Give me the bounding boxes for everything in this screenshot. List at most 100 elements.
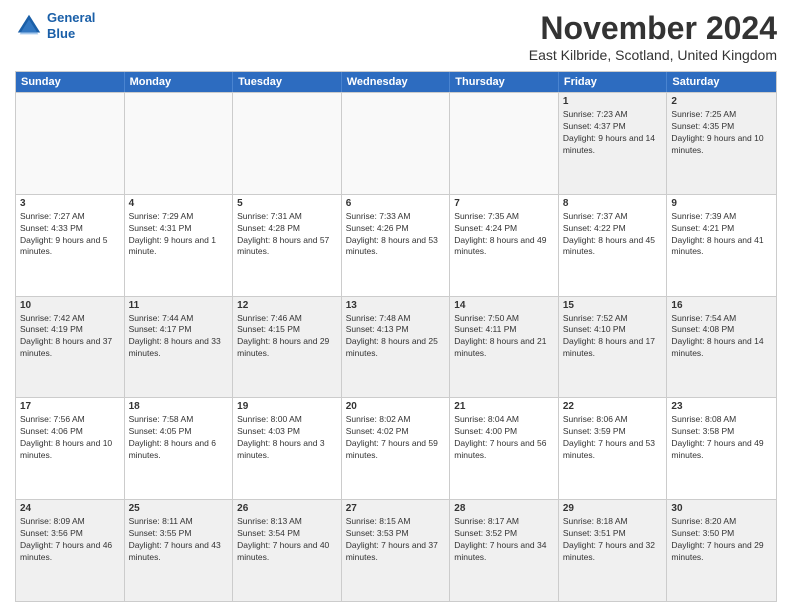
day-number: 29 (563, 503, 663, 514)
day-number: 15 (563, 300, 663, 311)
day-info: Sunrise: 7:29 AMSunset: 4:31 PMDaylight:… (129, 211, 229, 259)
day-info: Sunrise: 8:04 AMSunset: 4:00 PMDaylight:… (454, 414, 554, 462)
calendar-cell: 21 Sunrise: 8:04 AMSunset: 4:00 PMDayligh… (450, 398, 559, 499)
header-day: Friday (559, 72, 668, 92)
calendar-cell: 14Sunrise: 7:50 AMSunset: 4:11 PMDayligh… (450, 297, 559, 398)
day-info: Sunrise: 8:13 AMSunset: 3:54 PMDaylight:… (237, 516, 337, 564)
calendar-cell: 9 Sunrise: 7:39 AMSunset: 4:21 PMDaylight… (667, 195, 776, 296)
calendar-cell: 17Sunrise: 7:56 AMSunset: 4:06 PMDayligh… (16, 398, 125, 499)
day-number: 16 (671, 300, 772, 311)
day-number: 3 (20, 198, 120, 209)
calendar-cell (125, 93, 234, 194)
day-info: Sunrise: 7:25 AMSunset: 4:35 PMDaylight:… (671, 109, 772, 157)
calendar-week: 17Sunrise: 7:56 AMSunset: 4:06 PMDayligh… (16, 397, 776, 499)
day-info: Sunrise: 7:52 AMSunset: 4:10 PMDaylight:… (563, 313, 663, 361)
calendar-cell (16, 93, 125, 194)
calendar-cell: 29 Sunrise: 8:18 AMSunset: 3:51 PMDayligh… (559, 500, 668, 601)
day-info: Sunrise: 7:31 AMSunset: 4:28 PMDaylight:… (237, 211, 337, 259)
calendar-cell: 23 Sunrise: 8:08 AMSunset: 3:58 PMDayligh… (667, 398, 776, 499)
calendar-cell: 20 Sunrise: 8:02 AMSunset: 4:02 PMDayligh… (342, 398, 451, 499)
day-info: Sunrise: 7:39 AMSunset: 4:21 PMDaylight:… (671, 211, 772, 259)
day-number: 10 (20, 300, 120, 311)
day-number: 2 (671, 96, 772, 107)
header-day: Thursday (450, 72, 559, 92)
day-info: Sunrise: 7:37 AMSunset: 4:22 PMDaylight:… (563, 211, 663, 259)
header-day: Monday (125, 72, 234, 92)
day-number: 19 (237, 401, 337, 412)
day-number: 27 (346, 503, 446, 514)
calendar-cell: 27 Sunrise: 8:15 AMSunset: 3:53 PMDayligh… (342, 500, 451, 601)
day-info: Sunrise: 7:42 AMSunset: 4:19 PMDaylight:… (20, 313, 120, 361)
day-number: 1 (563, 96, 663, 107)
day-info: Sunrise: 8:06 AMSunset: 3:59 PMDaylight:… (563, 414, 663, 462)
calendar-cell: 3 Sunrise: 7:27 AMSunset: 4:33 PMDaylight… (16, 195, 125, 296)
calendar-cell: 5 Sunrise: 7:31 AMSunset: 4:28 PMDaylight… (233, 195, 342, 296)
calendar-cell: 1Sunrise: 7:23 AMSunset: 4:37 PMDaylight… (559, 93, 668, 194)
logo-text: General Blue (47, 10, 95, 41)
calendar-cell: 28Sunrise: 8:17 AMSunset: 3:52 PMDayligh… (450, 500, 559, 601)
day-info: Sunrise: 7:58 AMSunset: 4:05 PMDaylight:… (129, 414, 229, 462)
day-info: Sunrise: 8:08 AMSunset: 3:58 PMDaylight:… (671, 414, 772, 462)
day-info: Sunrise: 8:18 AMSunset: 3:51 PMDaylight:… (563, 516, 663, 564)
day-number: 4 (129, 198, 229, 209)
day-info: Sunrise: 8:15 AMSunset: 3:53 PMDaylight:… (346, 516, 446, 564)
day-info: Sunrise: 8:09 AMSunset: 3:56 PMDaylight:… (20, 516, 120, 564)
day-number: 26 (237, 503, 337, 514)
day-number: 23 (671, 401, 772, 412)
calendar-cell: 6Sunrise: 7:33 AMSunset: 4:26 PMDaylight… (342, 195, 451, 296)
header-day: Tuesday (233, 72, 342, 92)
day-info: Sunrise: 8:02 AMSunset: 4:02 PMDaylight:… (346, 414, 446, 462)
day-info: Sunrise: 7:27 AMSunset: 4:33 PMDaylight:… (20, 211, 120, 259)
calendar-cell: 19 Sunrise: 8:00 AMSunset: 4:03 PMDayligh… (233, 398, 342, 499)
day-number: 5 (237, 198, 337, 209)
day-number: 7 (454, 198, 554, 209)
calendar-cell: 16Sunrise: 7:54 AMSunset: 4:08 PMDayligh… (667, 297, 776, 398)
day-number: 25 (129, 503, 229, 514)
calendar-cell: 10 Sunrise: 7:42 AMSunset: 4:19 PMDayligh… (16, 297, 125, 398)
logo: General Blue (15, 10, 95, 41)
calendar-cell: 26 Sunrise: 8:13 AMSunset: 3:54 PMDayligh… (233, 500, 342, 601)
day-info: Sunrise: 8:17 AMSunset: 3:52 PMDaylight:… (454, 516, 554, 564)
month-title: November 2024 (529, 10, 777, 47)
calendar: SundayMondayTuesdayWednesdayThursdayFrid… (15, 71, 777, 602)
day-number: 6 (346, 198, 446, 209)
day-number: 21 (454, 401, 554, 412)
day-number: 14 (454, 300, 554, 311)
logo-general: General (47, 10, 95, 25)
day-info: Sunrise: 8:11 AMSunset: 3:55 PMDaylight:… (129, 516, 229, 564)
day-number: 20 (346, 401, 446, 412)
logo-blue: Blue (47, 26, 75, 41)
calendar-week: 10 Sunrise: 7:42 AMSunset: 4:19 PMDayligh… (16, 296, 776, 398)
header-day: Wednesday (342, 72, 451, 92)
day-info: Sunrise: 8:00 AMSunset: 4:03 PMDaylight:… (237, 414, 337, 462)
page: General Blue November 2024 East Kilbride… (0, 0, 792, 612)
calendar-cell: 11 Sunrise: 7:44 AMSunset: 4:17 PMDayligh… (125, 297, 234, 398)
calendar-cell: 13Sunrise: 7:48 AMSunset: 4:13 PMDayligh… (342, 297, 451, 398)
calendar-week: 24 Sunrise: 8:09 AMSunset: 3:56 PMDayligh… (16, 499, 776, 601)
calendar-cell: 30 Sunrise: 8:20 AMSunset: 3:50 PMDayligh… (667, 500, 776, 601)
calendar-week: 1Sunrise: 7:23 AMSunset: 4:37 PMDaylight… (16, 92, 776, 194)
day-info: Sunrise: 7:44 AMSunset: 4:17 PMDaylight:… (129, 313, 229, 361)
calendar-cell: 8Sunrise: 7:37 AMSunset: 4:22 PMDaylight… (559, 195, 668, 296)
day-info: Sunrise: 7:46 AMSunset: 4:15 PMDaylight:… (237, 313, 337, 361)
day-info: Sunrise: 8:20 AMSunset: 3:50 PMDaylight:… (671, 516, 772, 564)
calendar-cell: 18 Sunrise: 7:58 AMSunset: 4:05 PMDayligh… (125, 398, 234, 499)
day-number: 12 (237, 300, 337, 311)
day-number: 17 (20, 401, 120, 412)
header-day: Saturday (667, 72, 776, 92)
day-number: 9 (671, 198, 772, 209)
calendar-cell (450, 93, 559, 194)
day-number: 22 (563, 401, 663, 412)
day-number: 18 (129, 401, 229, 412)
calendar-header: SundayMondayTuesdayWednesdayThursdayFrid… (16, 72, 776, 92)
day-number: 11 (129, 300, 229, 311)
day-number: 24 (20, 503, 120, 514)
header: General Blue November 2024 East Kilbride… (15, 10, 777, 63)
calendar-week: 3 Sunrise: 7:27 AMSunset: 4:33 PMDaylight… (16, 194, 776, 296)
day-number: 13 (346, 300, 446, 311)
calendar-body: 1Sunrise: 7:23 AMSunset: 4:37 PMDaylight… (16, 92, 776, 601)
day-number: 30 (671, 503, 772, 514)
logo-icon (15, 12, 43, 40)
calendar-cell: 24 Sunrise: 8:09 AMSunset: 3:56 PMDayligh… (16, 500, 125, 601)
header-day: Sunday (16, 72, 125, 92)
